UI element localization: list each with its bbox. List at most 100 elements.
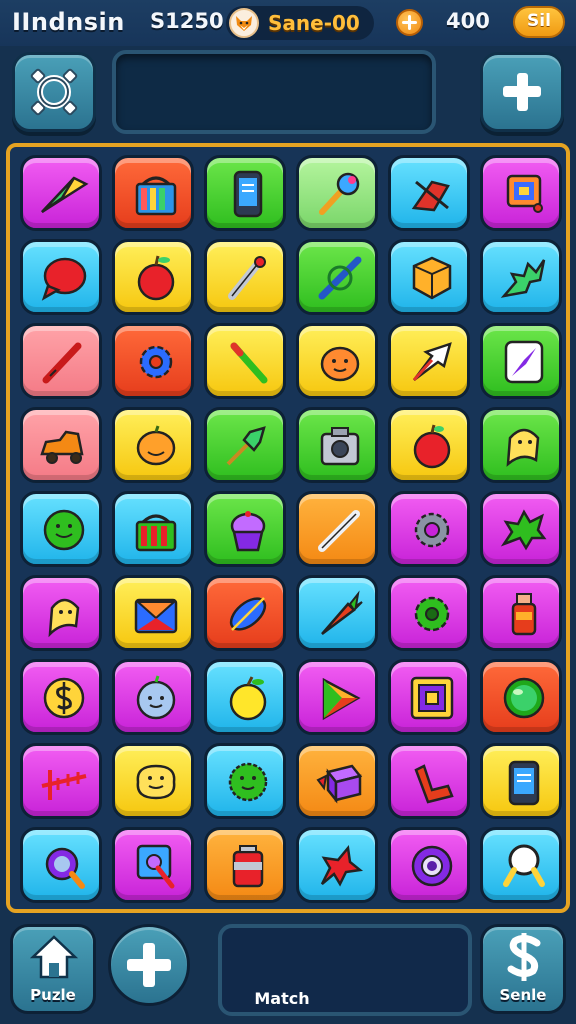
tile[interactable] — [388, 239, 470, 315]
tile[interactable] — [388, 659, 470, 735]
tile[interactable] — [20, 323, 102, 399]
slash-arrow-icon — [411, 180, 450, 212]
add-button[interactable] — [480, 52, 564, 132]
compass-icon — [504, 340, 544, 384]
tile[interactable] — [112, 659, 194, 735]
tile[interactable] — [388, 827, 470, 903]
player-name: Sane-00 — [268, 11, 360, 35]
tile[interactable] — [20, 239, 102, 315]
tile[interactable] — [480, 659, 562, 735]
dollar-icon — [507, 933, 541, 981]
can-icon — [232, 845, 264, 888]
match-label: Match — [254, 989, 310, 1008]
tile[interactable] — [388, 155, 470, 231]
tile[interactable] — [480, 155, 562, 231]
tile[interactable] — [480, 239, 562, 315]
coin-count: S1250 — [150, 9, 224, 33]
tile[interactable] — [204, 407, 286, 483]
tile[interactable] — [480, 827, 562, 903]
arrow-icon — [412, 342, 452, 382]
coin-icon — [43, 677, 85, 719]
leaf-icon — [229, 597, 267, 631]
tile[interactable] — [204, 743, 286, 819]
rotate-icon — [30, 68, 78, 116]
add-piece-button[interactable] — [108, 924, 190, 1006]
wand-icon — [319, 172, 360, 215]
tile[interactable] — [204, 575, 286, 651]
tile[interactable] — [112, 827, 194, 903]
player-pill[interactable]: Sane-00 — [226, 6, 374, 40]
tile[interactable] — [480, 323, 562, 399]
envelope-icon — [134, 598, 178, 634]
square-icon — [410, 676, 454, 720]
phone-icon — [508, 760, 540, 806]
tile[interactable] — [20, 407, 102, 483]
fox-icon — [236, 16, 252, 31]
tile[interactable] — [112, 407, 194, 483]
tile[interactable] — [112, 743, 194, 819]
tile[interactable] — [480, 743, 562, 819]
tile[interactable] — [296, 239, 378, 315]
cupcake-icon — [230, 511, 266, 552]
torch-icon — [228, 256, 266, 300]
apple-icon — [413, 424, 451, 469]
nav-label-sell: Senle — [499, 986, 547, 1004]
tile[interactable] — [296, 827, 378, 903]
tile[interactable] — [20, 659, 102, 735]
basket-icon — [135, 514, 177, 552]
tile[interactable] — [112, 575, 194, 651]
ring-icon — [411, 845, 453, 887]
tile[interactable] — [204, 155, 286, 231]
speech-bubble-icon — [41, 257, 87, 301]
tile[interactable] — [296, 491, 378, 567]
status-bar: IIndnsin S1250 Sane-00 400 Sil — [0, 0, 576, 46]
tile[interactable] — [20, 827, 102, 903]
magnifier-icon — [136, 844, 175, 889]
tile[interactable] — [388, 491, 470, 567]
wedge-icon — [41, 176, 89, 214]
tile[interactable] — [20, 575, 102, 651]
cube-icon — [412, 256, 452, 300]
tile[interactable] — [204, 827, 286, 903]
gear-icon — [139, 345, 173, 379]
add-currency-button[interactable] — [396, 9, 423, 36]
carrot-icon — [321, 590, 363, 635]
tile[interactable] — [112, 239, 194, 315]
tile[interactable] — [20, 491, 102, 567]
tile[interactable] — [112, 155, 194, 231]
camera-icon — [320, 427, 360, 466]
tile[interactable] — [480, 491, 562, 567]
phone-icon — [233, 170, 263, 218]
sell-button[interactable]: Sil — [513, 6, 565, 38]
tile[interactable] — [480, 407, 562, 483]
tile[interactable] — [296, 155, 378, 231]
tile[interactable] — [204, 239, 286, 315]
tile[interactable] — [388, 575, 470, 651]
magnifier-icon — [503, 844, 545, 887]
tile[interactable] — [296, 575, 378, 651]
tile[interactable] — [204, 323, 286, 399]
pumpkin-icon — [320, 346, 360, 382]
ghost-icon — [506, 428, 540, 467]
tile[interactable] — [20, 743, 102, 819]
rolling-pin-icon — [318, 256, 362, 300]
leaf-icon — [500, 259, 546, 298]
tile[interactable] — [296, 743, 378, 819]
tile[interactable] — [296, 659, 378, 735]
tile[interactable] — [388, 407, 470, 483]
tile[interactable] — [480, 575, 562, 651]
robot-icon — [506, 174, 543, 213]
apple-icon — [229, 676, 267, 721]
tile[interactable] — [296, 407, 378, 483]
tile[interactable] — [204, 491, 286, 567]
tile[interactable] — [112, 323, 194, 399]
tile[interactable] — [388, 323, 470, 399]
tile[interactable] — [204, 659, 286, 735]
star-icon — [320, 845, 364, 887]
tile[interactable] — [112, 491, 194, 567]
rotate-button[interactable] — [12, 52, 96, 132]
tile[interactable] — [388, 743, 470, 819]
game-board — [6, 143, 570, 913]
tile[interactable] — [296, 323, 378, 399]
tile[interactable] — [20, 155, 102, 231]
